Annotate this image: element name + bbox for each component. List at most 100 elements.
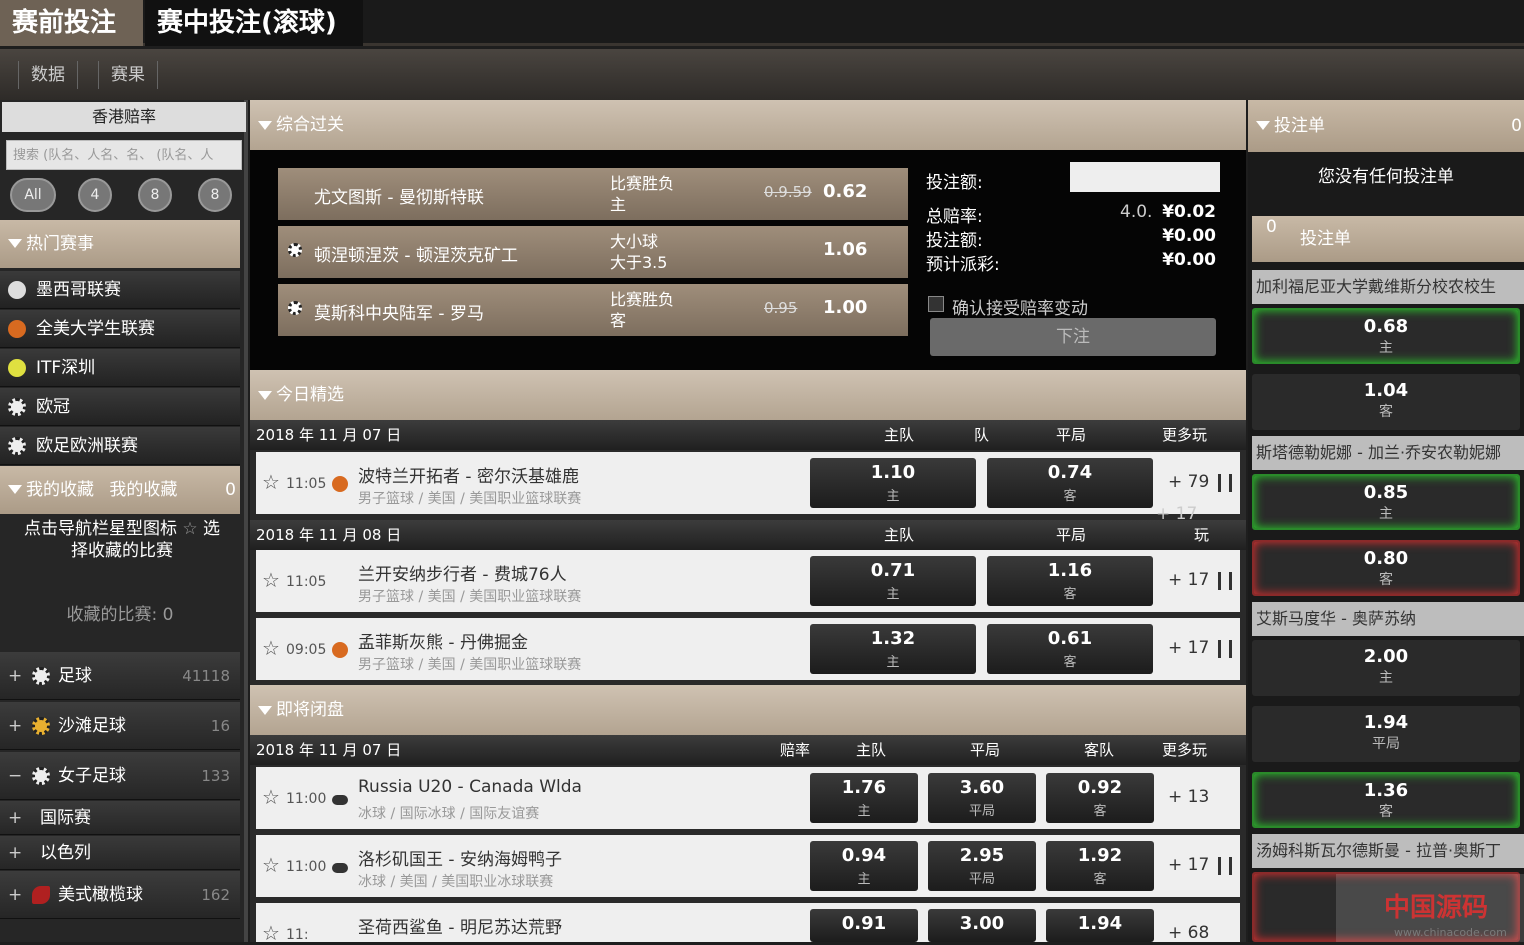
search-input[interactable]: 搜索 (队名、人名、名、 (队名、人 (6, 140, 242, 170)
slip-odds-button[interactable]: 1.04 客 (1252, 374, 1520, 430)
match-teams: Russia U20 - Canada Wlda (358, 777, 582, 797)
odds-away-button[interactable]: 1.94 (1046, 909, 1154, 942)
odds-away-button[interactable]: 0.61 客 (987, 624, 1153, 674)
combo-market-pick: 客 (610, 311, 627, 330)
slip-odds-button[interactable]: 2.00 主 (1252, 640, 1520, 696)
combo-bet-row[interactable]: 顿涅顿涅茨 - 顿涅茨克矿工 大小球 大于3.5 1.06 (278, 226, 908, 278)
hot-item[interactable]: 全美大学生联赛 (0, 310, 240, 348)
bet-slip-sub-header[interactable]: 0 投注单 (1252, 216, 1524, 262)
subsport-israel[interactable]: + 以色列 (0, 836, 240, 870)
more-markets-link[interactable]: + 17 (1168, 638, 1209, 658)
more-markets-link[interactable]: + 68 (1168, 923, 1209, 943)
sport-womens-football[interactable]: − 女子足球 133 (0, 752, 240, 800)
hot-events-header[interactable]: 热门赛事 (0, 220, 240, 268)
hot-item-label: 全美大学生联赛 (36, 319, 155, 339)
stats-icon[interactable] (1218, 474, 1232, 492)
match-row[interactable]: ☆ 11:05 波特兰开拓者 - 密尔沃基雄鹿 男子篮球 / 美国 / 美国职业… (256, 452, 1240, 514)
slip-odds-button[interactable]: 0.68 主 (1252, 308, 1520, 364)
collapse-icon[interactable]: − (8, 752, 22, 800)
combo-bet-row[interactable]: 尤文图斯 - 曼彻斯特联 比赛胜负主 0.9.59 0.62 (278, 168, 908, 220)
match-row[interactable]: ☆ 09:05 孟菲斯灰熊 - 丹佛掘金 男子篮球 / 美国 / 美国职业篮球联… (256, 618, 1240, 680)
nav-results[interactable]: 赛果 (98, 61, 158, 89)
star-icon[interactable]: ☆ (262, 568, 280, 592)
more-markets-link[interactable]: + 17 (1168, 570, 1209, 590)
date-label: 2018 年 11 月 07 日 (256, 426, 402, 444)
slip-odds-button[interactable]: 0.85 主 (1252, 474, 1520, 530)
odds-side: 客 (1093, 804, 1107, 819)
favorites-header[interactable]: 我的收藏 我的收藏 0 (0, 466, 240, 514)
more-markets-link[interactable]: + 17 (1168, 855, 1209, 875)
match-row[interactable]: ☆ 11:05 兰开安纳步行者 - 费城76人 男子篮球 / 美国 / 美国职业… (256, 550, 1240, 612)
stats-icon[interactable] (1218, 640, 1232, 658)
stake-input[interactable] (1070, 162, 1220, 192)
accept-odds-checkbox[interactable] (928, 296, 944, 312)
slip-odds-button[interactable]: 0.80 客 (1252, 540, 1520, 596)
favorites-title: 我的收藏 (26, 480, 94, 500)
hot-item[interactable]: 墨西哥联赛 (0, 271, 240, 309)
filter-8h[interactable]: 8 (138, 178, 172, 212)
left-sidebar: 香港赔率 搜索 (队名、人名、名、 (队名、人 All 4 8 8 热门赛事 墨… (0, 100, 248, 942)
odds-away-button[interactable]: 0.92 客 (1046, 773, 1154, 823)
more-markets-link[interactable]: + 79 (1168, 472, 1209, 492)
odds-home-button[interactable]: 1.32 主 (810, 624, 976, 674)
payout-label: 预计派彩: (926, 255, 1000, 275)
today-header[interactable]: 今日精选 (250, 370, 1246, 420)
filter-all[interactable]: All (10, 178, 56, 212)
slip-odds-button[interactable]: 1.94 平局 (1252, 706, 1520, 762)
odds-home-button[interactable]: 0.94 主 (810, 841, 918, 891)
tab-in-play[interactable]: 赛中投注(滚球) (145, 0, 363, 46)
nav-data[interactable]: 数据 (18, 61, 78, 89)
odds-format-tab[interactable]: 香港赔率 (2, 102, 246, 132)
star-icon[interactable]: ☆ (262, 785, 280, 809)
slip-odds-button[interactable]: 1.36 客 (1252, 772, 1520, 828)
odds-side: 平局 (968, 804, 995, 819)
odds-away-button[interactable]: 0.74 客 (987, 458, 1153, 508)
match-row[interactable]: ☆ 11: 圣荷西鲨鱼 - 明尼苏达荒野 0.91 3.00 1.94 + 68 (256, 903, 1240, 945)
combo-header[interactable]: 综合过关 (250, 100, 1246, 150)
hot-item[interactable]: 欧足欧洲联赛 (0, 427, 240, 465)
combo-old-odds: 0.9.59 (764, 183, 812, 201)
expand-icon[interactable]: + (8, 801, 22, 835)
soccer-ball-icon (288, 301, 302, 315)
odds-draw-button[interactable]: 3.00 (928, 909, 1036, 942)
odds-home-button[interactable]: 1.10 主 (810, 458, 976, 508)
sport-american-football[interactable]: + 美式橄榄球 162 (0, 871, 240, 919)
odds-value: 1.10 (870, 462, 916, 483)
odds-home-button[interactable]: 0.91 (810, 909, 918, 942)
stats-icon[interactable] (1218, 857, 1232, 875)
odds-away-button[interactable]: 1.92 客 (1046, 841, 1154, 891)
expand-icon[interactable]: + (8, 652, 22, 700)
sub-nav: 数据 赛果 (0, 49, 1524, 100)
match-row[interactable]: ☆ 11:00 洛杉矶国王 - 安纳海姆鸭子 冰球 / 美国 / 美国职业冰球联… (256, 835, 1240, 897)
sport-beach-football[interactable]: + 沙滩足球 16 (0, 702, 240, 750)
bet-slip-header[interactable]: 投注单 0 (1248, 100, 1524, 152)
expand-icon[interactable]: + (8, 836, 22, 870)
odds-home-button[interactable]: 0.71 主 (810, 556, 976, 606)
hot-item[interactable]: ITF深圳 (0, 349, 240, 387)
star-icon[interactable]: ☆ (262, 921, 280, 945)
stats-icon[interactable] (1218, 572, 1232, 590)
match-row[interactable]: ☆ 11:00 Russia U20 - Canada Wlda 冰球 / 国际… (256, 767, 1240, 829)
star-icon[interactable]: ☆ (262, 470, 280, 494)
more-markets-link[interactable]: + 13 (1168, 787, 1209, 807)
subsport-international[interactable]: + 国际赛 (0, 801, 240, 835)
odds-away-button[interactable]: 1.16 客 (987, 556, 1153, 606)
combo-bet-row[interactable]: 莫斯科中央陆军 - 罗马 比赛胜负客 0.95 1.00 (278, 284, 908, 336)
tab-pre-match[interactable]: 赛前投注 (0, 0, 143, 46)
expand-icon[interactable]: + (8, 871, 22, 919)
star-icon[interactable]: ☆ (262, 636, 280, 660)
filter-8h-b[interactable]: 8 (198, 178, 232, 212)
expand-icon[interactable]: + (8, 702, 22, 750)
odds-draw-button[interactable]: 3.60 平局 (928, 773, 1036, 823)
place-bet-button[interactable]: 下注 (930, 318, 1216, 356)
odds-home-button[interactable]: 1.76 主 (810, 773, 918, 823)
star-icon[interactable]: ☆ (262, 853, 280, 877)
hot-item[interactable]: 欧冠 (0, 388, 240, 426)
sport-count: 133 (201, 767, 230, 785)
closing-header[interactable]: 即将闭盘 (250, 685, 1246, 735)
col-home: 主队 (884, 526, 915, 544)
filter-4h[interactable]: 4 (78, 178, 112, 212)
sport-football[interactable]: + 足球 41118 (0, 652, 240, 700)
match-teams: 波特兰开拓者 - 密尔沃基雄鹿 (358, 467, 579, 487)
odds-draw-button[interactable]: 2.95 平局 (928, 841, 1036, 891)
